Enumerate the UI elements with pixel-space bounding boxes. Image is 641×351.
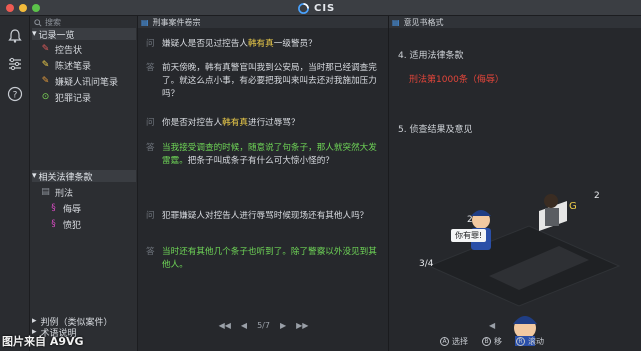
svg-text:G: G bbox=[569, 201, 577, 212]
law-item-label: 侮辱 bbox=[63, 204, 82, 215]
icon-rail: ? bbox=[0, 16, 30, 351]
question-text: 你是否对控告人韩有真进行过辱骂？ bbox=[162, 118, 300, 128]
law-section-icon: § bbox=[51, 219, 56, 229]
pager: ◀◀ ◀ 5/7 ▶ ▶▶ bbox=[138, 319, 389, 331]
answer-3[interactable]: 答 当时还有其他几个条子也听到了。除了警察以外没见到其他人。 bbox=[146, 246, 380, 272]
highlighted-name[interactable]: 韩有真 bbox=[222, 118, 248, 128]
sidebar-item-crime-record[interactable]: ⊙ 犯罪记录 bbox=[40, 90, 91, 104]
sidebar-item-complaint[interactable]: ✎ 控告状 bbox=[40, 42, 82, 56]
maximize-window-button[interactable] bbox=[32, 4, 40, 12]
question-text: 嫌疑人是否见过控告人韩有真一级警员？ bbox=[162, 39, 317, 49]
scroll-left-arrow[interactable]: ◀ bbox=[489, 321, 495, 330]
last-page-button[interactable]: ▶▶ bbox=[296, 321, 308, 330]
sidebar-item-label: 陈述笔录 bbox=[55, 61, 92, 72]
question-tag: 问 bbox=[146, 118, 155, 128]
svg-text:?: ? bbox=[13, 91, 18, 101]
minimize-window-button[interactable] bbox=[19, 4, 27, 12]
document-icon: ▤ bbox=[141, 17, 149, 27]
case-file-header: ▤ 刑事案件卷宗 bbox=[138, 16, 388, 28]
chevron-down-icon: ▾ bbox=[32, 29, 37, 39]
answer-text: 当我接受调查的时候，随意说了句条子，那人就突然大发雷霆。把条子叫成条子有什么可大… bbox=[162, 143, 377, 166]
section-applicable-law: 4. 适用法律条款 bbox=[398, 51, 464, 61]
law-section-header[interactable]: ▾ 相关法律条款 bbox=[32, 170, 136, 183]
law-section-icon: § bbox=[51, 203, 56, 213]
case-file-panel: ▤ 刑事案件卷宗 问 嫌疑人是否见过控告人韩有真一级警员？ 答 前天傍晚，韩有真… bbox=[138, 16, 389, 351]
interrogation-scene: G G 2 2 3/4 bbox=[419, 191, 621, 346]
complaint-icon: ✎ bbox=[41, 44, 50, 54]
sliders-icon[interactable] bbox=[7, 56, 23, 72]
svg-text:2: 2 bbox=[594, 191, 600, 201]
crime-record-icon: ⊙ bbox=[41, 92, 50, 102]
watermark: 图片来自 A9VG bbox=[2, 335, 84, 348]
opinion-header: ▤ 意见书格式 bbox=[389, 16, 641, 28]
help-icon[interactable]: ? bbox=[7, 86, 23, 102]
r-button-icon: R bbox=[516, 337, 525, 346]
next-page-button[interactable]: ▶ bbox=[280, 321, 286, 330]
question-1[interactable]: 问 嫌疑人是否见过控告人韩有真一级警员？ bbox=[146, 38, 380, 51]
b-button-icon: B bbox=[482, 337, 491, 346]
title-bar: CIS bbox=[0, 0, 641, 16]
search-icon bbox=[34, 18, 42, 27]
controller-hints: A 选择 B 移 R 滚动 bbox=[440, 336, 544, 347]
sidebar-item-label: 控告状 bbox=[55, 45, 83, 56]
answer-1[interactable]: 答 前天傍晚，韩有真警官叫我到公安局，当时那已经调查完了。就这么点小事，有必要把… bbox=[146, 62, 380, 101]
law-tree-root[interactable]: ▤ 刑法 bbox=[40, 185, 73, 199]
law-tree-root-label: 刑法 bbox=[55, 188, 74, 199]
sidebar-item-suspect-interrogation[interactable]: ✎ 嫌疑人讯问笔录 bbox=[40, 74, 118, 88]
page-indicator: 5/7 bbox=[257, 320, 270, 330]
law-item-offense[interactable]: § 愤犯 bbox=[48, 217, 81, 231]
answer-text: 前天傍晚，韩有真警官叫我到公安局，当时那已经调查完了。就这么点小事，有必要把我叫… bbox=[162, 63, 377, 99]
sidebar: 搜索 ▾ 记录一览 ✎ 控告状 ✎ 陈述笔录 ✎ 嫌疑人讯问笔录 ⊙ 犯罪记录 … bbox=[30, 16, 138, 351]
law-header-label: 相关法律条款 bbox=[38, 172, 93, 183]
search-field[interactable]: 搜索 bbox=[34, 17, 61, 28]
app-logo-icon bbox=[298, 2, 309, 14]
answer-tag: 答 bbox=[146, 247, 155, 257]
hint-select: A 选择 bbox=[440, 336, 468, 347]
speech-bubble: 你有罪! bbox=[451, 229, 487, 242]
hint-move: B 移 bbox=[482, 336, 502, 347]
folder-icon: ▤ bbox=[41, 187, 50, 197]
opinion-title: 意见书格式 bbox=[403, 17, 444, 27]
question-tag: 问 bbox=[146, 39, 155, 49]
prev-page-button[interactable]: ◀ bbox=[241, 321, 247, 330]
answer-tag: 答 bbox=[146, 63, 155, 73]
bell-icon[interactable] bbox=[7, 28, 23, 44]
opinion-panel: ▤ 意见书格式 4. 适用法律条款 刑法第1000条（侮辱） 5. 侦查结果及意… bbox=[389, 16, 641, 351]
law-item-insult[interactable]: § 侮辱 bbox=[48, 201, 81, 215]
case-file-title: 刑事案件卷宗 bbox=[152, 17, 201, 27]
a-button-icon: A bbox=[440, 337, 449, 346]
svg-text:2: 2 bbox=[467, 215, 473, 225]
answer-tag: 答 bbox=[146, 143, 155, 153]
sidebar-item-label: 嫌疑人讯问笔录 bbox=[55, 77, 119, 88]
records-section-header[interactable]: ▾ 记录一览 bbox=[32, 28, 136, 41]
highlighted-name[interactable]: 韩有真 bbox=[248, 39, 274, 49]
app-title: CIS bbox=[298, 1, 335, 15]
question-tag: 问 bbox=[146, 211, 155, 221]
svg-text:3/4: 3/4 bbox=[419, 259, 434, 269]
sidebar-item-statement[interactable]: ✎ 陈述笔录 bbox=[40, 58, 91, 72]
app-title-text: CIS bbox=[314, 2, 336, 14]
chevron-down-icon: ▾ bbox=[32, 171, 37, 181]
suspect-figure bbox=[539, 194, 567, 231]
statement-icon: ✎ bbox=[41, 60, 50, 70]
section-investigation-result: 5. 侦查结果及意见 bbox=[398, 125, 473, 135]
search-placeholder: 搜索 bbox=[45, 18, 61, 27]
first-page-button[interactable]: ◀◀ bbox=[219, 321, 231, 330]
question-3[interactable]: 问 犯罪嫌疑人对控告人进行辱骂时候现场还有其他人吗？ bbox=[146, 210, 380, 223]
suspect-icon: ✎ bbox=[41, 76, 50, 86]
question-2[interactable]: 问 你是否对控告人韩有真进行过辱骂？ bbox=[146, 117, 380, 130]
law-reference-slot[interactable]: 刑法第1000条（侮辱） bbox=[409, 72, 504, 85]
records-header-label: 记录一览 bbox=[38, 30, 75, 41]
answer-2[interactable]: 答 当我接受调查的时候，随意说了句条子，那人就突然大发雷霆。把条子叫成条子有什么… bbox=[146, 142, 380, 168]
answer-text: 当时还有其他几个条子也听到了。除了警察以外没见到其他人。 bbox=[162, 247, 377, 270]
sidebar-item-label: 犯罪记录 bbox=[55, 93, 92, 104]
hint-scroll: R 滚动 bbox=[516, 336, 544, 347]
question-text: 犯罪嫌疑人对控告人进行辱骂时候现场还有其他人吗？ bbox=[162, 211, 369, 221]
document-icon: ▤ bbox=[392, 17, 400, 27]
law-item-label: 愤犯 bbox=[63, 220, 82, 231]
close-window-button[interactable] bbox=[6, 4, 14, 12]
